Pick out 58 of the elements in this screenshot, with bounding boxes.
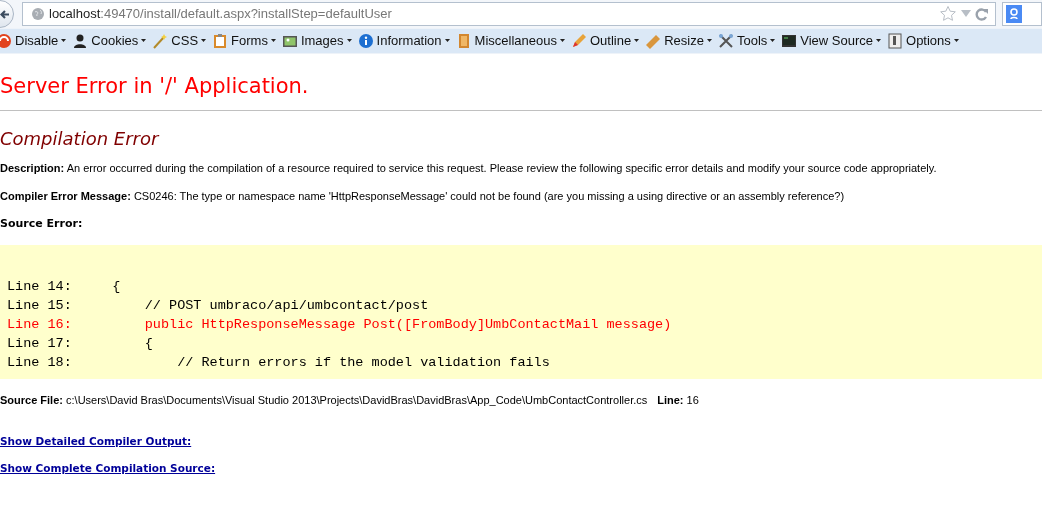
toolbar-menu-button[interactable]: Forms xyxy=(212,31,276,51)
dropdown-arrow-icon[interactable] xyxy=(961,10,972,18)
source-error-label: Source Error: xyxy=(0,217,84,231)
switch-icon xyxy=(887,33,904,49)
toolbar-menu-button[interactable]: View Source xyxy=(781,31,882,51)
caret-icon xyxy=(61,39,67,43)
person-icon xyxy=(72,33,89,49)
toolbar-menu-button[interactable]: CSS xyxy=(152,31,207,51)
caret-icon xyxy=(770,39,776,43)
address-field[interactable]: localhost:49470/install/default.aspx?installStep=defaultUser xyxy=(22,2,997,26)
no-sign-icon xyxy=(0,33,12,49)
toolbar-menu-button[interactable]: Options xyxy=(887,31,959,51)
toolbar-menu-button[interactable]: Disable xyxy=(0,31,67,51)
link[interactable]: Show Detailed Compiler Output: xyxy=(0,435,192,448)
toolbar-menu-button[interactable]: Outline xyxy=(570,31,640,51)
caret-icon xyxy=(559,39,565,43)
code-line: Line 16: public HttpResponseMessage Post([FromBody]UmbContactMail message) xyxy=(7,316,672,334)
google-icon xyxy=(1006,5,1023,23)
terminal-icon xyxy=(781,33,798,49)
caret-icon xyxy=(953,39,959,43)
toolbar-menu-button[interactable]: Cookies xyxy=(72,31,147,51)
code-line: Line 15: // POST umbraco/api/umbcontact/post xyxy=(7,297,429,315)
star-icon[interactable] xyxy=(939,5,958,23)
toolbar-menu-button[interactable]: Images xyxy=(281,31,352,51)
ruler-icon xyxy=(645,33,662,49)
link[interactable]: Show Complete Compilation Source: xyxy=(0,462,216,475)
toolbar-menu-button[interactable]: Tools xyxy=(717,31,776,51)
reload-icon[interactable] xyxy=(975,7,990,21)
source-file-text: Source File: c:\Users\David Bras\Documents\Visual Studio 2013\Projects\DavidBras\DavidBras\App_Code\UmbContactController.cs xyxy=(0,393,648,407)
clipboard-icon xyxy=(212,33,229,49)
error-subtitle: Compilation Error xyxy=(0,127,161,151)
description-text: Description: An error occurred during the compilation of a resource required to service this request. Please review the following specific error details and modify your source code appropriately. xyxy=(0,161,938,175)
back-arrow-icon xyxy=(0,8,10,20)
compiler-message-text: Compiler Error Message: CS0246: The type or namespace name 'HttpResponseMessage' could not be found (are you missing a using directive or an assembly reference?) xyxy=(0,189,846,203)
toolbar-menu-button[interactable]: Information xyxy=(357,31,450,51)
caret-icon xyxy=(346,39,352,43)
info-icon xyxy=(357,33,374,49)
url-text: localhost:49470/install/default.aspx?installStep=defaultUser xyxy=(49,5,393,24)
caret-icon xyxy=(141,39,147,43)
line-number-text: Line: 16 xyxy=(657,393,699,407)
wand-icon xyxy=(152,33,169,49)
picture-frame-icon xyxy=(281,33,298,49)
caret-icon xyxy=(444,39,450,43)
toolbar-menu-button[interactable]: Resize xyxy=(645,31,712,51)
tools-icon xyxy=(717,33,734,49)
caret-icon xyxy=(270,39,276,43)
code-line: Line 17: { xyxy=(7,335,153,353)
code-line: Line 18: // Return errors if the model validation fails xyxy=(7,354,550,372)
pencil-icon xyxy=(570,33,587,49)
caret-icon xyxy=(201,39,207,43)
caret-icon xyxy=(876,39,882,43)
code-line: Line 14: { xyxy=(7,278,121,296)
caret-icon xyxy=(706,39,712,43)
globe-icon xyxy=(31,7,45,21)
toolbar-menu-button[interactable]: Miscellaneous xyxy=(455,31,565,51)
search-engine-field[interactable] xyxy=(1002,2,1042,26)
error-title: Server Error in '/' Application. xyxy=(0,73,310,100)
caret-icon xyxy=(634,39,640,43)
